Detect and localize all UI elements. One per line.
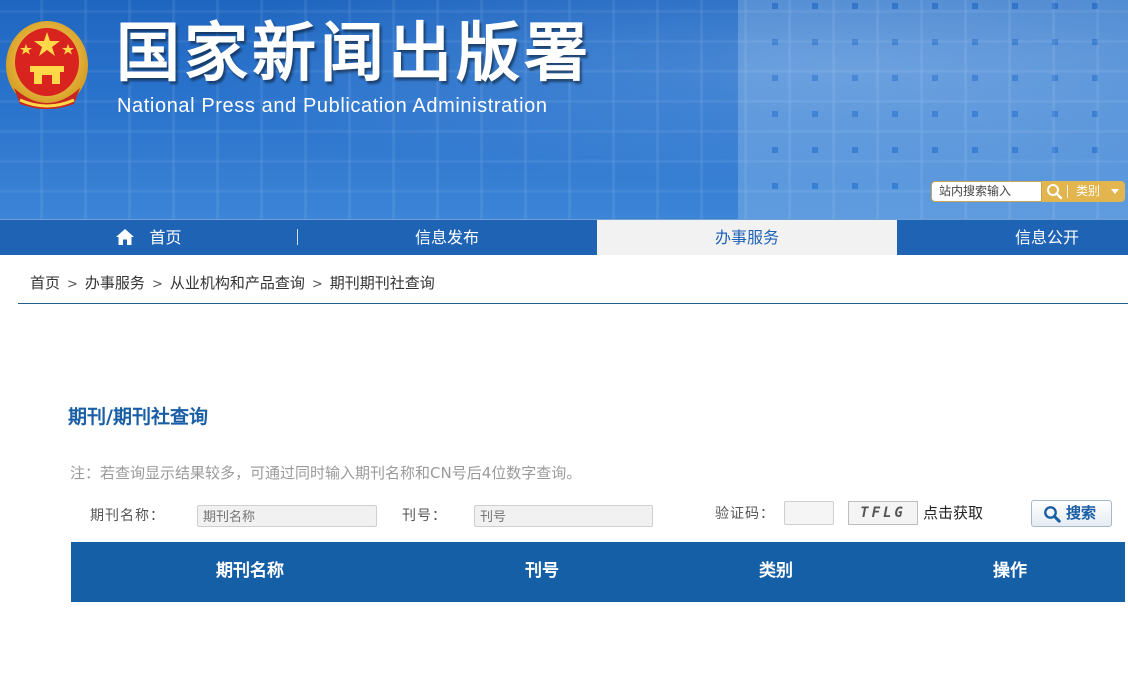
- captcha-label: 验证码：: [715, 506, 775, 522]
- home-icon: [116, 228, 135, 245]
- results-table-header: 期刊名称 刊号 类别 操作: [71, 542, 1125, 602]
- journal-name-label: 期刊名称：: [90, 508, 165, 524]
- search-icon[interactable]: [1045, 183, 1065, 200]
- site-header-banner: 国家新闻出版署 National Press and Publication A…: [0, 0, 1128, 219]
- search-button-label: 搜索: [1066, 504, 1097, 522]
- journal-name-input[interactable]: [197, 505, 377, 527]
- nav-item-label: 首页: [149, 228, 182, 247]
- search-icon: [1044, 506, 1061, 523]
- captcha-input[interactable]: [784, 501, 834, 525]
- site-search-controls: 类别: [1042, 181, 1125, 202]
- breadcrumb-underline: [18, 303, 1128, 304]
- national-emblem-icon: [6, 21, 88, 109]
- nav-item-disclosure[interactable]: 信息公开: [897, 220, 1128, 255]
- site-search-input[interactable]: 站内搜索输入: [931, 181, 1042, 202]
- nav-item-services[interactable]: 办事服务: [597, 220, 897, 255]
- query-note: 注：若查询显示结果较多，可通过同时输入期刊名称和CN号后4位数字查询。: [70, 464, 582, 482]
- site-title-english: National Press and Publication Administr…: [117, 95, 548, 117]
- site-search: 站内搜索输入 类别: [931, 181, 1125, 202]
- captcha-refresh-link[interactable]: 点击获取: [923, 503, 983, 523]
- column-header-category: 类别: [759, 561, 793, 581]
- divider: [1067, 185, 1068, 198]
- breadcrumb: 首页 > 办事服务 > 从业机构和产品查询 > 期刊期刊社查询: [30, 272, 435, 296]
- issn-input[interactable]: [474, 505, 653, 527]
- page-title: 期刊/期刊社查询: [68, 406, 208, 428]
- column-header-journal-name: 期刊名称: [216, 561, 284, 581]
- column-header-issn: 刊号: [525, 561, 559, 581]
- column-header-actions: 操作: [993, 561, 1027, 581]
- breadcrumb-link-home[interactable]: 首页: [30, 274, 60, 292]
- site-title-chinese: 国家新闻出版署: [116, 16, 592, 91]
- captcha-image[interactable]: TFLG: [848, 501, 918, 525]
- breadcrumb-link-services[interactable]: 办事服务: [85, 274, 145, 292]
- breadcrumb-separator: >: [67, 277, 78, 292]
- breadcrumb-separator: >: [311, 277, 323, 292]
- breadcrumb-current: 期刊期刊社查询: [329, 274, 435, 292]
- breadcrumb-separator: >: [151, 277, 163, 292]
- breadcrumb-link-institutions[interactable]: 从业机构和产品查询: [170, 274, 305, 292]
- category-dropdown[interactable]: 类别: [1076, 181, 1100, 202]
- nav-item-home[interactable]: 首页: [0, 220, 297, 255]
- main-nav: 首页 信息发布 办事服务 信息公开: [0, 219, 1128, 255]
- caret-down-icon[interactable]: [1111, 189, 1119, 194]
- search-button[interactable]: 搜索: [1031, 500, 1112, 527]
- issn-label: 刊号：: [402, 508, 447, 524]
- nav-item-news[interactable]: 信息发布: [298, 220, 596, 255]
